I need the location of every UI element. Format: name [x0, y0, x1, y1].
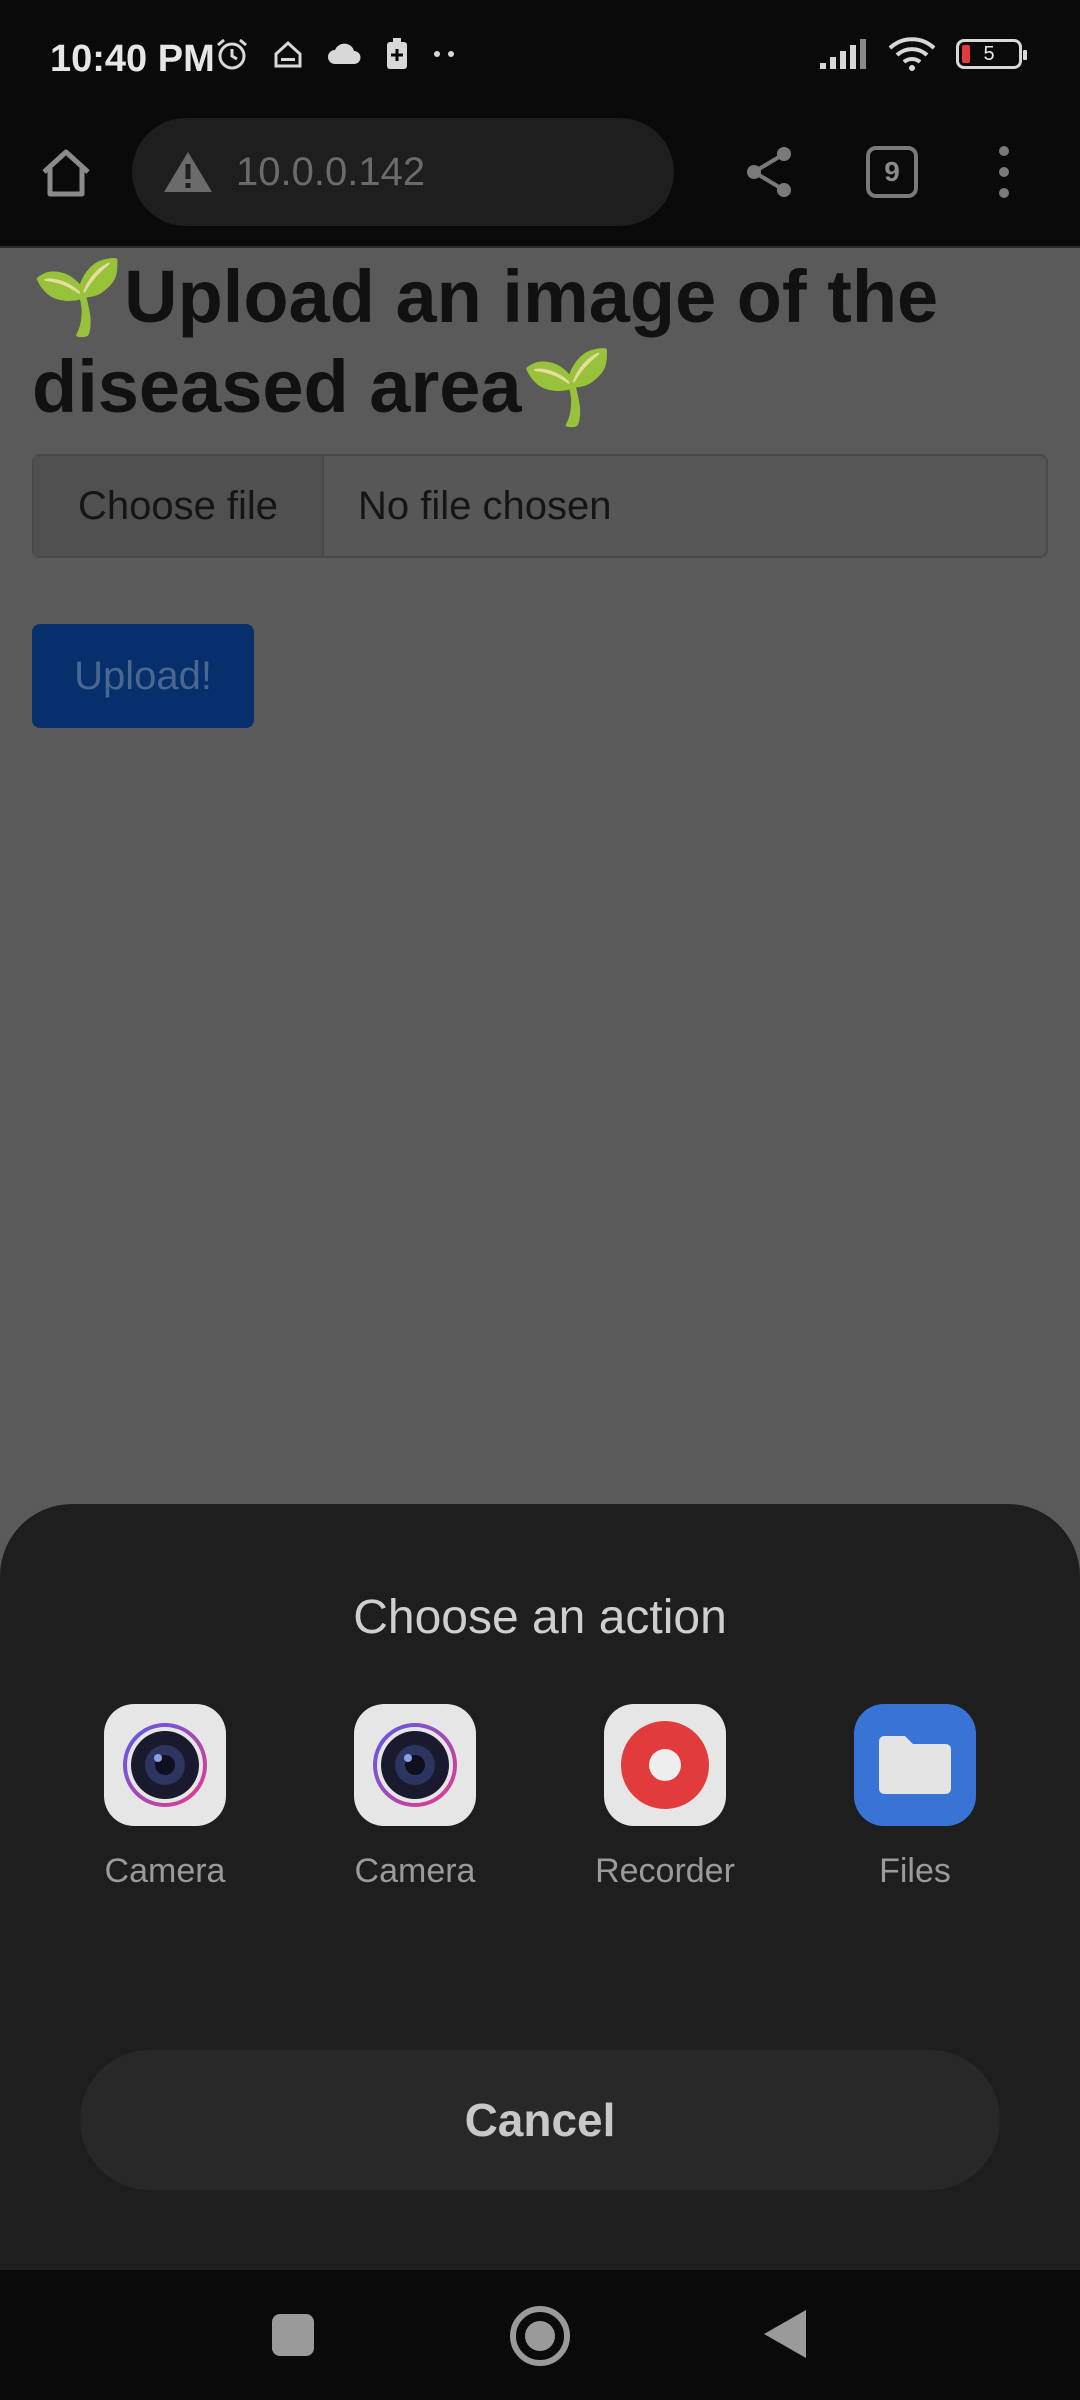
share-button[interactable]	[740, 142, 800, 202]
home-sensor-icon	[274, 40, 302, 68]
alarm-icon	[217, 38, 247, 70]
url-text: 10.0.0.142	[236, 149, 426, 194]
status-icons-left	[214, 36, 456, 72]
battery-saver-icon	[387, 38, 407, 69]
cancel-button[interactable]: Cancel	[80, 2050, 1000, 2190]
wifi-icon	[888, 37, 936, 71]
browser-home-button[interactable]	[36, 142, 96, 202]
cloud-icon	[328, 43, 361, 64]
battery-icon: 5	[956, 39, 1027, 69]
sheet-title: Choose an action	[353, 1591, 727, 1644]
sprout-icon: 🌱	[521, 345, 614, 428]
browser-menu-button[interactable]	[984, 142, 1024, 202]
tab-count: 9	[884, 156, 900, 187]
back-button[interactable]	[764, 2310, 806, 2358]
choose-file-button[interactable]: Choose file	[34, 456, 324, 556]
status-bar: 10:40 PM 5	[0, 0, 1080, 118]
menu-dot	[999, 188, 1009, 198]
upload-button[interactable]: Upload!	[32, 624, 254, 728]
app-option-camera-2[interactable]: Camera	[290, 1704, 540, 1891]
app-option-files[interactable]: Files	[790, 1704, 1040, 1891]
choose-action-sheet: Choose an action Camera Camera Recorder …	[0, 1504, 1080, 2270]
app-label: Files	[879, 1852, 951, 1890]
more-notifications-icon	[434, 51, 454, 57]
status-time: 10:40 PM	[50, 38, 215, 80]
app-options: Camera Camera Recorder Files	[0, 1704, 1080, 1891]
status-icons-right: 5	[818, 36, 1027, 72]
sprout-icon: 🌱	[32, 255, 125, 338]
recorder-icon	[604, 1704, 726, 1826]
app-label: Camera	[104, 1852, 226, 1890]
home-icon	[42, 149, 90, 197]
share-icon	[747, 147, 791, 197]
tabs-button[interactable]: 9	[866, 146, 918, 198]
nav-home-button[interactable]	[510, 2306, 570, 2366]
camera-icon	[354, 1704, 476, 1826]
navigation-bar	[0, 2270, 1080, 2400]
menu-dot	[999, 167, 1009, 177]
menu-dot	[999, 146, 1009, 156]
home-circle-icon	[525, 2321, 555, 2351]
page-title-text: Upload an image of the diseased area	[32, 255, 939, 428]
app-label: Camera	[354, 1852, 476, 1890]
camera-icon	[104, 1704, 226, 1826]
app-option-camera[interactable]: Camera	[40, 1704, 290, 1891]
file-input[interactable]: Choose file No file chosen	[32, 454, 1048, 558]
signal-icon	[820, 39, 866, 69]
warning-icon	[164, 152, 212, 192]
page-title: 🌱Upload an image of the diseased area🌱	[32, 252, 1042, 432]
address-bar[interactable]: 10.0.0.142	[132, 118, 674, 226]
battery-level: 5	[983, 42, 995, 65]
folder-icon	[854, 1704, 976, 1826]
app-label: Recorder	[595, 1852, 735, 1890]
file-status: No file chosen	[358, 483, 612, 528]
recents-button[interactable]	[272, 2314, 314, 2356]
browser-toolbar: 10.0.0.142 9	[0, 118, 1080, 248]
app-option-recorder[interactable]: Recorder	[540, 1704, 790, 1891]
